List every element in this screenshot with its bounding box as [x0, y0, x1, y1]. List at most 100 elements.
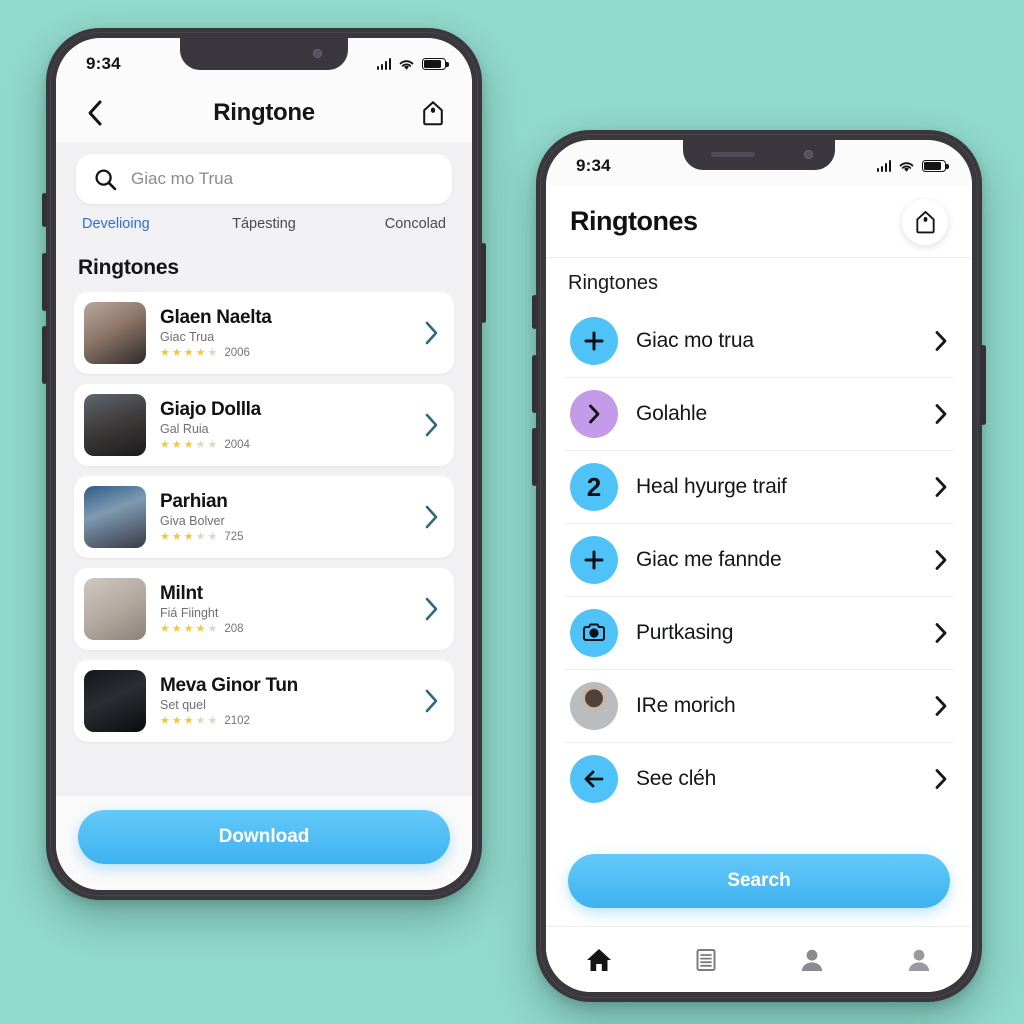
list-item-label: Purtkasing — [636, 621, 734, 644]
list-item[interactable]: Parhian Giva Bolver ★ ★ ★ ★ ★ 725 — [74, 476, 454, 558]
list-icon — [696, 948, 716, 971]
nav-bar: Ringtones — [546, 186, 972, 258]
list-item[interactable]: Purtkasing — [564, 597, 954, 670]
list-item[interactable]: Meva Ginor Tun Set quel ★ ★ ★ ★ ★ 2102 — [74, 660, 454, 742]
camera-icon — [570, 609, 618, 657]
list-item[interactable]: Giac mo trua — [564, 305, 954, 378]
tag-icon[interactable] — [418, 97, 448, 129]
plus-icon — [570, 536, 618, 584]
star-icon-empty: ★ — [207, 346, 218, 359]
thumbnail-couple-outdoors — [84, 486, 146, 548]
chevron-right-icon — [935, 696, 947, 716]
tab-list[interactable] — [653, 946, 760, 974]
thumbnail-woman-dark-hair — [84, 394, 146, 456]
list-item-label: IRe morich — [636, 694, 736, 717]
rating-count: 725 — [224, 531, 244, 544]
star-icon: ★ — [171, 530, 182, 543]
chevron-right-icon — [935, 550, 947, 570]
tab-tapesting[interactable]: Tápesting — [203, 216, 324, 232]
star-icon-empty: ★ — [207, 622, 218, 635]
status-icons — [876, 160, 949, 173]
list-item-label: Heal hyurge traif — [636, 475, 787, 498]
chevron-right-icon — [935, 623, 947, 643]
star-icon: ★ — [171, 438, 182, 451]
list-item[interactable]: Milnt Fiá Fiinght ★ ★ ★ ★ ★ 208 — [74, 568, 454, 650]
star-icon-empty: ★ — [195, 438, 206, 451]
volume-up-button[interactable] — [42, 253, 47, 311]
tab-develioing[interactable]: Develioing — [82, 216, 203, 232]
footer-cta-left: Download — [56, 796, 472, 890]
star-icon: ★ — [171, 346, 182, 359]
star-icon: ★ — [160, 622, 170, 635]
section-title: Ringtones — [78, 256, 179, 279]
chevron-right-icon — [935, 331, 947, 351]
back-chevron-icon[interactable] — [80, 99, 108, 127]
star-icon: ★ — [195, 622, 206, 635]
volume-down-button[interactable] — [532, 428, 537, 486]
thumbnail-woman-blonde — [84, 302, 146, 364]
list-item[interactable]: IRe morich — [564, 670, 954, 743]
list-item-body: Giajo Dollla Gal Ruia ★ ★ ★ ★ ★ 2004 — [160, 399, 410, 452]
front-camera-icon — [313, 49, 322, 58]
star-icon: ★ — [160, 714, 170, 727]
tab-person[interactable] — [759, 946, 866, 974]
power-button[interactable] — [981, 345, 986, 425]
notch — [683, 140, 835, 170]
chevron-right-icon — [425, 689, 438, 713]
thumbnail-man-suit — [84, 670, 146, 732]
star-icon: ★ — [183, 530, 194, 543]
mute-switch[interactable] — [42, 193, 47, 227]
wifi-icon — [899, 161, 914, 172]
download-button[interactable]: Download — [78, 810, 450, 864]
battery-icon — [922, 160, 949, 172]
search-placeholder: Giac mo Trua — [131, 169, 234, 188]
list-item[interactable]: See cléh — [564, 743, 954, 815]
list-item-label: Giac me fannde — [636, 548, 782, 571]
person-alt-icon — [908, 949, 929, 971]
mute-switch[interactable] — [532, 295, 537, 329]
chevron-right-icon — [425, 321, 438, 345]
list-item-subtitle: Gal Ruia — [160, 422, 209, 437]
search-input[interactable]: Giac mo Trua — [76, 154, 452, 204]
list-item-body: Glaen Naelta Giac Trua ★ ★ ★ ★ ★ 2006 — [160, 307, 410, 360]
star-icon: ★ — [183, 622, 194, 635]
star-icon-empty: ★ — [195, 714, 206, 727]
tab-home[interactable] — [546, 946, 653, 974]
chevron-right-icon — [935, 769, 947, 789]
chevron-right-icon — [425, 413, 438, 437]
screen-right: 9:34 Ringtones Ringtones Giac mo trua Go… — [546, 140, 972, 992]
wifi-icon — [399, 59, 414, 70]
list-item[interactable]: Giac me fannde — [564, 524, 954, 597]
list-item[interactable]: 2 Heal hyurge traif — [564, 451, 954, 524]
chevron-right-icon — [425, 505, 438, 529]
rating-count: 2004 — [224, 439, 250, 452]
chevron-right-icon — [425, 597, 438, 621]
tag-icon[interactable] — [902, 198, 948, 245]
list-item-title: Meva Ginor Tun — [160, 674, 298, 696]
list-item-label: Giac mo trua — [636, 329, 754, 352]
volume-down-button[interactable] — [42, 326, 47, 384]
list-item-title: Milnt — [160, 582, 203, 604]
front-camera-icon — [804, 150, 813, 159]
bottom-tab-bar — [546, 926, 972, 992]
list-item[interactable]: Giajo Dollla Gal Ruia ★ ★ ★ ★ ★ 2004 — [74, 384, 454, 466]
person-icon — [802, 949, 823, 971]
list-item[interactable]: Glaen Naelta Giac Trua ★ ★ ★ ★ ★ 2006 — [74, 292, 454, 374]
star-icon: ★ — [183, 346, 194, 359]
tab-person-alt[interactable] — [866, 946, 973, 974]
footer-cta-right: Search — [546, 842, 972, 926]
search-button[interactable]: Search — [568, 854, 950, 908]
volume-up-button[interactable] — [532, 355, 537, 413]
page-title: Ringtone — [213, 99, 315, 126]
arrow-left-icon — [570, 755, 618, 803]
list-item[interactable]: Golahle — [564, 378, 954, 451]
list-item-subtitle: Giac Trua — [160, 330, 215, 345]
tab-concolad[interactable]: Concolad — [325, 216, 446, 232]
rating-count: 2102 — [224, 715, 250, 728]
star-icon: ★ — [160, 530, 170, 543]
home-icon — [587, 948, 612, 971]
power-button[interactable] — [481, 243, 486, 323]
rating-count: 208 — [224, 623, 244, 636]
list-item-subtitle: Set quel — [160, 698, 206, 713]
star-icon: ★ — [195, 346, 206, 359]
